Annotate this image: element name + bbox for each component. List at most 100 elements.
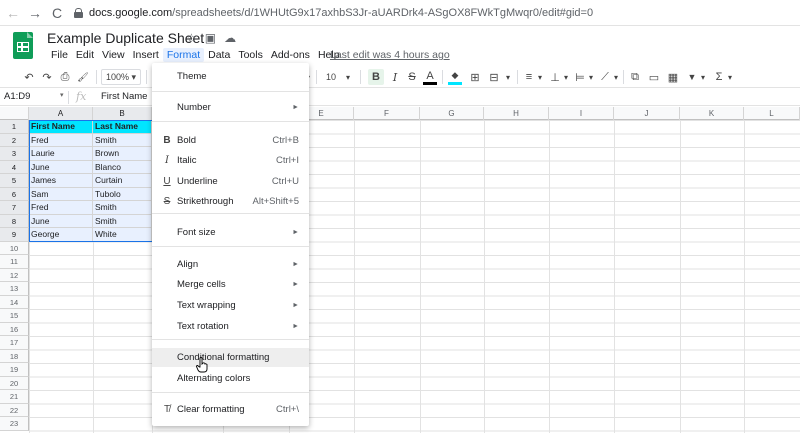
chevron-down-icon[interactable]: ▾	[344, 69, 352, 85]
row-header[interactable]: 4	[0, 160, 29, 174]
menu-font-size[interactable]: Font size ►	[152, 223, 309, 242]
font-size-field[interactable]: 10	[324, 69, 338, 85]
row-header[interactable]: 20	[0, 376, 29, 390]
vertical-align-icon[interactable]: ⊥	[548, 69, 562, 85]
row-header[interactable]: 7	[0, 201, 29, 215]
row-header[interactable]: 3	[0, 147, 29, 161]
functions-icon[interactable]: Σ	[712, 69, 726, 85]
cell[interactable]: Fred	[29, 201, 93, 215]
column-header[interactable]: J	[614, 107, 680, 120]
insert-chart-icon[interactable]: ▦	[666, 69, 680, 85]
menu-text-rotation[interactable]: Text rotation ►	[152, 317, 309, 336]
column-header[interactable]: F	[354, 107, 420, 120]
cell[interactable]: June	[29, 160, 93, 174]
menu-number[interactable]: Number ►	[152, 98, 309, 117]
address-bar[interactable]: docs.google.com/spreadsheets/d/1WHUtG9x1…	[74, 3, 593, 23]
strikethrough-button[interactable]: S	[405, 69, 419, 85]
menu-format[interactable]: Format	[162, 48, 205, 62]
chevron-down-icon[interactable]: ▾	[504, 69, 512, 85]
horizontal-align-icon[interactable]: ≡	[522, 69, 536, 85]
cell[interactable]: George	[29, 228, 93, 242]
menu-alternating-colors[interactable]: Alternating colors	[152, 369, 309, 388]
menu-clear-formatting[interactable]: T̸ Clear formatting Ctrl+\	[152, 400, 309, 419]
chevron-down-icon[interactable]: ▾	[562, 69, 570, 85]
document-title[interactable]: Example Duplicate Sheet	[47, 30, 204, 46]
row-header[interactable]: 19	[0, 363, 29, 377]
text-color-button[interactable]: A	[423, 69, 437, 85]
row-header[interactable]: 6	[0, 187, 29, 201]
cell[interactable]: Tubolo	[93, 187, 152, 201]
row-header[interactable]: 21	[0, 390, 29, 404]
bold-button[interactable]: B	[368, 69, 384, 85]
cell[interactable]: Blanco	[93, 160, 152, 174]
cell[interactable]: Smith	[93, 201, 152, 215]
row-header[interactable]: 2	[0, 133, 29, 147]
cell[interactable]: June	[29, 214, 93, 228]
last-edit-link[interactable]: Last edit was 4 hours ago	[330, 49, 450, 61]
redo-icon[interactable]: ↷	[40, 69, 54, 85]
insert-link-icon[interactable]: ⧉	[628, 69, 642, 85]
move-folder-icon[interactable]: ▣	[205, 31, 216, 45]
chevron-down-icon[interactable]: ▾	[612, 69, 620, 85]
row-header[interactable]: 13	[0, 282, 29, 296]
row-header[interactable]: 16	[0, 322, 29, 336]
paint-format-icon[interactable]: 🖌	[76, 69, 90, 85]
menu-view[interactable]: View	[98, 48, 129, 62]
row-header[interactable]: 17	[0, 336, 29, 350]
url-text[interactable]: docs.google.com/spreadsheets/d/1WHUtG9x1…	[89, 7, 593, 19]
menu-data[interactable]: Data	[204, 48, 234, 62]
menu-merge-cells[interactable]: Merge cells ►	[152, 275, 309, 294]
cell[interactable]: Smith	[93, 133, 152, 147]
column-header[interactable]: L	[744, 107, 800, 120]
row-header[interactable]: 18	[0, 349, 29, 363]
menu-conditional-formatting[interactable]: Conditional formatting	[152, 348, 309, 367]
column-header[interactable]: K	[680, 107, 744, 120]
cloud-status-icon[interactable]: ☁	[224, 31, 236, 45]
insert-comment-icon[interactable]: ▭	[647, 69, 661, 85]
menu-text-wrapping[interactable]: Text wrapping ►	[152, 296, 309, 315]
text-wrap-icon[interactable]: ⊨	[573, 69, 587, 85]
column-header[interactable]: I	[549, 107, 614, 120]
cell[interactable]: Fred	[29, 133, 93, 147]
merge-cells-icon[interactable]: ⊟	[487, 69, 501, 85]
cell[interactable]: Sam	[29, 187, 93, 201]
row-header[interactable]: 11	[0, 255, 29, 269]
menu-align[interactable]: Align ►	[152, 255, 309, 274]
sheets-logo-icon[interactable]	[13, 32, 33, 59]
forward-arrow-icon[interactable]: →	[26, 5, 44, 21]
formula-input[interactable]: First Name	[101, 91, 147, 102]
menu-file[interactable]: File	[47, 48, 72, 62]
undo-icon[interactable]: ↶	[22, 69, 36, 85]
cell[interactable]: First Name	[29, 120, 93, 134]
row-header[interactable]: 9	[0, 228, 29, 242]
chevron-down-icon[interactable]: ▾	[536, 69, 544, 85]
italic-button[interactable]: I	[388, 69, 402, 85]
menu-bold[interactable]: B Bold Ctrl+B	[152, 131, 309, 150]
menu-addons[interactable]: Add-ons	[267, 48, 314, 62]
column-header[interactable]: H	[484, 107, 549, 120]
name-box[interactable]: A1:D9	[4, 91, 30, 102]
menu-insert[interactable]: Insert	[129, 48, 163, 62]
row-header[interactable]: 1	[0, 120, 29, 134]
menu-tools[interactable]: Tools	[234, 48, 267, 62]
star-icon[interactable]: ☆	[186, 31, 197, 45]
cell[interactable]: Smith	[93, 214, 152, 228]
zoom-select[interactable]: 100% ▾	[101, 69, 141, 85]
back-arrow-icon[interactable]: ←	[4, 5, 22, 21]
row-header[interactable]: 10	[0, 241, 29, 255]
text-rotation-icon[interactable]: ⟋	[598, 69, 612, 85]
chevron-down-icon[interactable]: ▾	[587, 69, 595, 85]
row-header[interactable]: 12	[0, 268, 29, 282]
menu-edit[interactable]: Edit	[72, 48, 98, 62]
menu-strikethrough[interactable]: S Strikethrough Alt+Shift+5	[152, 192, 309, 211]
column-header[interactable]: A	[29, 107, 93, 120]
row-header[interactable]: 14	[0, 295, 29, 309]
cell[interactable]: James	[29, 174, 93, 188]
row-header[interactable]: 8	[0, 214, 29, 228]
row-header[interactable]: 22	[0, 403, 29, 417]
spreadsheet-grid[interactable]: ABCDEFGHIJKL1234567891011121314151617181…	[0, 107, 800, 433]
fill-color-icon[interactable]: ◆	[448, 69, 462, 85]
column-header[interactable]: G	[420, 107, 484, 120]
chevron-down-icon[interactable]: ▾	[726, 69, 734, 85]
menu-theme[interactable]: Theme	[152, 67, 309, 86]
